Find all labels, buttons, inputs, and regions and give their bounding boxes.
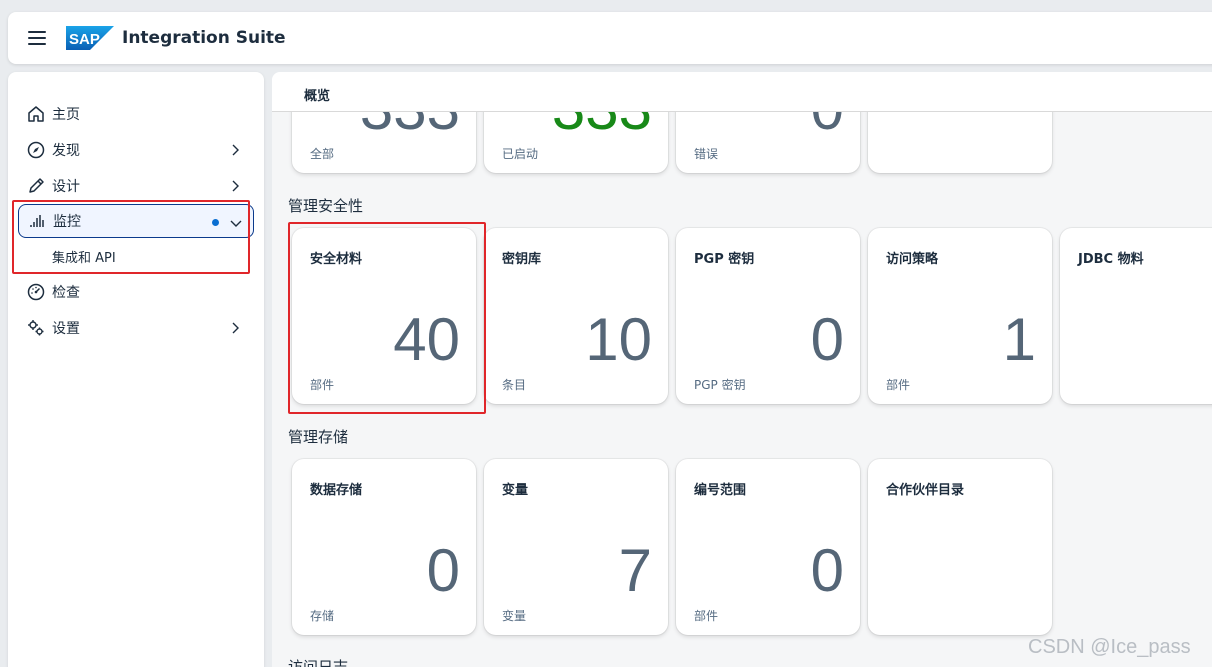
nav-item-design[interactable]: 设计 — [8, 168, 264, 204]
tile-partner-directory[interactable]: 合作伙伴目录 — [868, 459, 1052, 635]
tile-value: 7 — [618, 537, 652, 604]
tile-title: 访问策略 — [886, 252, 939, 267]
nav-item-label: 发现 — [52, 143, 80, 159]
tile-unit: 部件 — [694, 609, 719, 623]
sap-logo[interactable]: SAP — [66, 26, 114, 50]
tile-data-stores[interactable]: 数据存储 0 存储 — [292, 459, 476, 635]
chevron-right-icon — [232, 144, 239, 156]
tile-keystore[interactable]: 密钥库 10 条目 — [484, 228, 668, 404]
home-icon — [26, 104, 46, 124]
chevron-right-icon — [232, 180, 239, 192]
tab-bar: 概览 — [272, 72, 1212, 112]
compass-icon — [26, 140, 46, 160]
tile-value: 10 — [585, 306, 652, 373]
tile-number-ranges[interactable]: 编号范围 0 部件 — [676, 459, 860, 635]
tile-unit: 变量 — [502, 609, 527, 623]
annotation-highlight-box — [288, 222, 486, 414]
nav-item-label: 主页 — [52, 107, 80, 123]
main-content: 概览 333 全部 333 已启动 0 错误 管理安全性 安全材料 40 部件 … — [272, 72, 1212, 667]
tile-title: 编号范围 — [694, 483, 747, 498]
tile-unit: 全部 — [310, 147, 335, 161]
tile-title: 合作伙伴目录 — [886, 483, 965, 498]
tile-value: 0 — [810, 537, 844, 604]
watermark: CSDN @Ice_pass — [1028, 636, 1191, 658]
tile-title: 数据存储 — [310, 483, 363, 498]
tile-value: 1 — [1002, 306, 1036, 373]
side-navigation: 主页 发现 设计 监控 集成和 API 检查 设置 — [8, 72, 264, 667]
app-title: Integration Suite — [122, 28, 286, 48]
tile-value: 0 — [810, 306, 844, 373]
tile-unit: 错误 — [694, 147, 719, 161]
tile-jdbc-material[interactable]: JDBC 物料 — [1060, 228, 1212, 404]
shell-bar: SAP Integration Suite — [8, 12, 1212, 64]
section-title-security: 管理安全性 — [288, 197, 364, 215]
tile-pgp-keys[interactable]: PGP 密钥 0 PGP 密钥 — [676, 228, 860, 404]
tile-title: JDBC 物料 — [1078, 252, 1144, 267]
sap-logo-text: SAP — [69, 31, 100, 48]
nav-item-home[interactable]: 主页 — [8, 96, 264, 132]
gears-icon — [26, 318, 46, 338]
gauge-icon — [26, 282, 46, 302]
tile-value: 0 — [426, 537, 460, 604]
nav-item-settings[interactable]: 设置 — [8, 310, 264, 346]
tile-access-policies[interactable]: 访问策略 1 部件 — [868, 228, 1052, 404]
nav-item-label: 设计 — [52, 179, 80, 195]
hamburger-icon[interactable] — [28, 31, 46, 45]
pencil-icon — [26, 176, 46, 196]
tile-title: 变量 — [502, 483, 529, 498]
tile-unit: PGP 密钥 — [694, 378, 746, 392]
nav-item-label: 检查 — [52, 285, 80, 301]
tile-title: 密钥库 — [502, 252, 542, 267]
section-title-storage: 管理存储 — [288, 428, 349, 446]
annotation-highlight-box — [12, 200, 250, 274]
section-title-access-logs: 访问日志 — [288, 658, 349, 667]
chevron-right-icon — [232, 322, 239, 334]
nav-item-inspect[interactable]: 检查 — [8, 274, 264, 310]
tile-variables[interactable]: 变量 7 变量 — [484, 459, 668, 635]
tile-unit: 已启动 — [502, 147, 539, 161]
tile-title: PGP 密钥 — [694, 252, 755, 267]
nav-item-discover[interactable]: 发现 — [8, 132, 264, 168]
tile-unit: 存储 — [310, 609, 335, 623]
nav-item-label: 设置 — [52, 321, 80, 337]
tile-unit: 条目 — [502, 378, 527, 392]
tile-unit: 部件 — [886, 378, 911, 392]
tab-overview[interactable]: 概览 — [304, 85, 330, 104]
